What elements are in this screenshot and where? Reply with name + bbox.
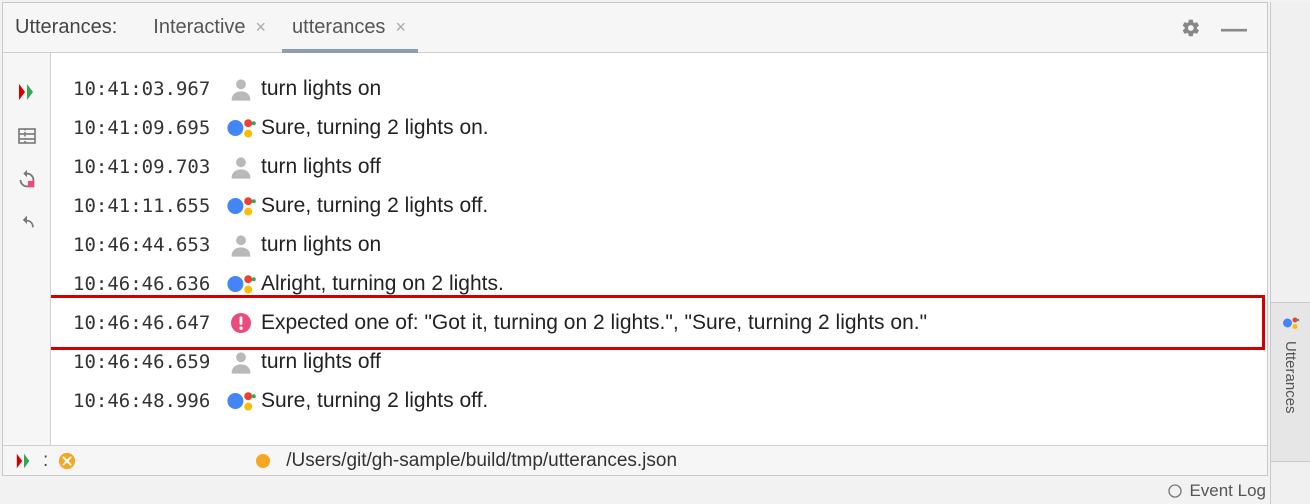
assistant-icon — [1281, 313, 1301, 333]
log-row[interactable]: 10:46:46.659 turn lights off — [51, 342, 1267, 381]
warning-icon — [58, 452, 76, 470]
undo-icon[interactable] — [16, 213, 38, 235]
tab-bar: Utterances: Interactive × utterances × — — [3, 3, 1267, 53]
status-dot-icon — [256, 454, 270, 468]
log-row[interactable]: 10:46:46.647 Expected one of: "Got it, t… — [51, 303, 1267, 342]
log-row[interactable]: 10:41:09.695 Sure, turning 2 lights on. — [51, 108, 1267, 147]
timestamp: 10:46:44.653 — [73, 234, 221, 256]
log-row[interactable]: 10:41:09.703 turn lights off — [51, 147, 1267, 186]
log-row[interactable]: 10:46:44.653 turn lights on — [51, 225, 1267, 264]
user-icon — [221, 153, 261, 181]
footer-bar: : /Users/git/gh-sample/build/tmp/utteran… — [3, 445, 1267, 475]
log-message: turn lights on — [261, 233, 381, 257]
timestamp: 10:41:11.655 — [73, 195, 221, 217]
tab-interactive[interactable]: Interactive × — [143, 3, 278, 52]
log-row[interactable]: 10:41:03.967 turn lights on — [51, 69, 1267, 108]
separator-colon: : — [43, 450, 48, 472]
assistant-icon — [221, 192, 261, 220]
timestamp: 10:46:46.647 — [73, 312, 221, 334]
timestamp: 10:46:46.659 — [73, 351, 221, 373]
layout-icon[interactable] — [16, 125, 38, 147]
tab-label: Interactive — [153, 16, 245, 39]
log-message: turn lights on — [261, 77, 381, 101]
rerun-icon[interactable] — [16, 169, 38, 191]
run-icon[interactable] — [15, 452, 33, 470]
log-message: turn lights off — [261, 350, 381, 374]
log-row[interactable]: 10:41:11.655 Sure, turning 2 lights off. — [51, 186, 1267, 225]
log-message: Sure, turning 2 lights off. — [261, 389, 488, 413]
log-message: Alright, turning on 2 lights. — [261, 272, 504, 296]
panel-title: Utterances: — [15, 16, 117, 39]
assistant-icon — [221, 270, 261, 298]
minimize-icon[interactable]: — — [1213, 18, 1255, 38]
log-message: Sure, turning 2 lights off. — [261, 194, 488, 218]
assistant-icon — [221, 114, 261, 142]
right-rail: Utterances — [1270, 2, 1310, 504]
body-area: 10:41:03.967 turn lights on10:41:09.695 … — [3, 53, 1267, 445]
error-icon — [221, 311, 261, 335]
log-message: Expected one of: "Got it, turning on 2 l… — [261, 311, 927, 335]
log-row[interactable]: 10:46:46.636 Alright, turning on 2 light… — [51, 264, 1267, 303]
rail-tab-utterances[interactable]: Utterances — [1270, 302, 1310, 462]
timestamp: 10:46:46.636 — [73, 273, 221, 295]
status-bar-peek[interactable]: Event Log — [1167, 478, 1266, 504]
timestamp: 10:41:03.967 — [73, 78, 221, 100]
log-row[interactable]: 10:46:48.996 Sure, turning 2 lights off. — [51, 381, 1267, 420]
user-icon — [221, 75, 261, 103]
gear-icon[interactable] — [1173, 18, 1209, 38]
footer-path: /Users/git/gh-sample/build/tmp/utterance… — [286, 450, 677, 472]
timestamp: 10:41:09.703 — [73, 156, 221, 178]
user-icon — [221, 231, 261, 259]
user-icon — [221, 348, 261, 376]
timestamp: 10:41:09.695 — [73, 117, 221, 139]
log-message: turn lights off — [261, 155, 381, 179]
run-icon[interactable] — [16, 81, 38, 103]
timestamp: 10:46:48.996 — [73, 390, 221, 412]
log-message: Sure, turning 2 lights on. — [261, 116, 489, 140]
close-icon[interactable]: × — [254, 17, 269, 38]
rail-label: Utterances — [1282, 341, 1299, 414]
tab-utterances[interactable]: utterances × — [282, 3, 418, 52]
assistant-icon — [221, 387, 261, 415]
tab-label: utterances — [292, 16, 385, 39]
toolbar-gutter — [3, 53, 51, 445]
close-icon[interactable]: × — [393, 17, 408, 38]
utterances-panel: Utterances: Interactive × utterances × — — [2, 2, 1268, 476]
log-view[interactable]: 10:41:03.967 turn lights on10:41:09.695 … — [51, 53, 1267, 445]
event-log-label: Event Log — [1189, 481, 1266, 501]
